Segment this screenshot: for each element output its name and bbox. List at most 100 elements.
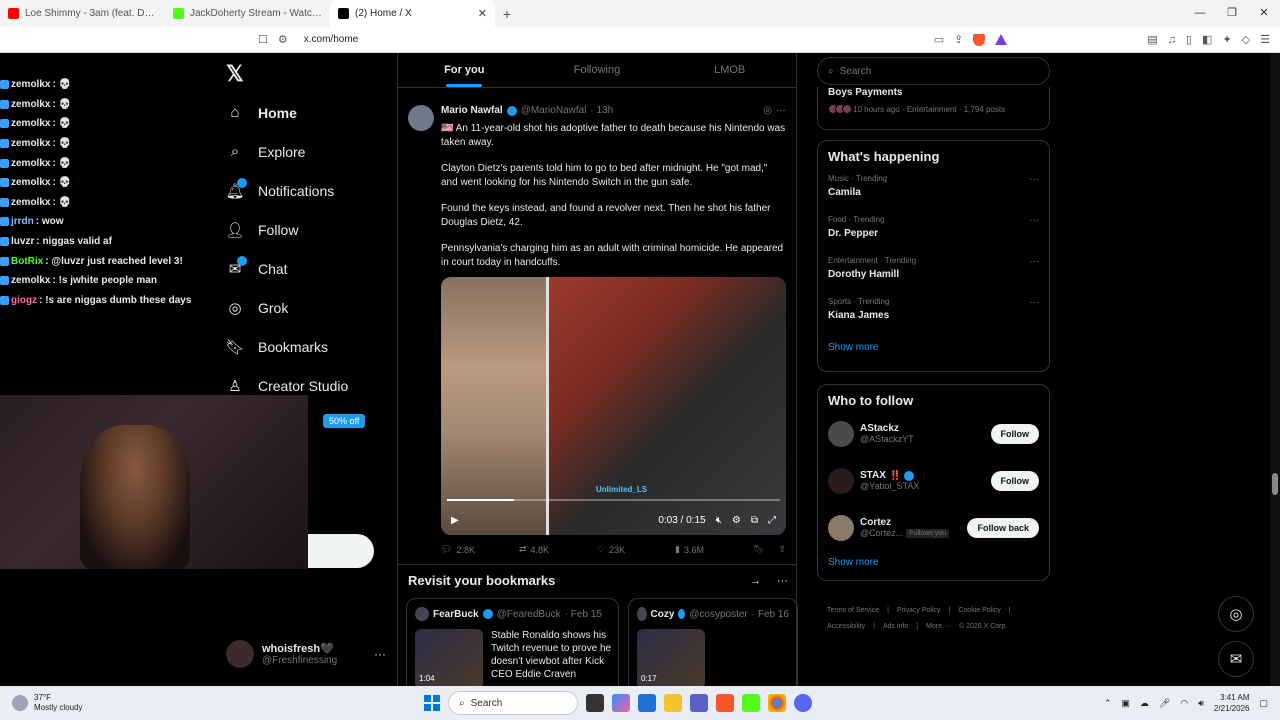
show-more-link[interactable]: Show more bbox=[828, 557, 1039, 568]
nav-bookmarks[interactable]: 🔖︎ Bookmarks bbox=[225, 327, 348, 366]
browser-tab-kick[interactable]: JackDoherty Stream - Watch Live on bbox=[165, 0, 330, 27]
trend-item[interactable]: Sports · Trending Kiana James ··· bbox=[828, 297, 1039, 328]
nav-home[interactable]: ⌂ Home bbox=[226, 93, 348, 132]
bookmark-card[interactable]: Cozy @cosyposter · Feb 16 0:17 bbox=[628, 598, 798, 686]
news-item[interactable]: Boys Payments 10 hours ago · Entertainme… bbox=[817, 87, 1050, 130]
play-icon[interactable]: ▶ bbox=[451, 515, 459, 526]
wallet-icon[interactable]: ◧ bbox=[1202, 33, 1212, 46]
follow-suggestion[interactable]: AStackz @AStackzYT Follow bbox=[828, 412, 1039, 455]
weather-widget[interactable]: 37°F Mostly cloudy bbox=[0, 693, 240, 713]
avatar[interactable] bbox=[828, 514, 854, 541]
tab-lmob[interactable]: LMOB bbox=[663, 53, 796, 87]
wifi-icon[interactable]: ◠ bbox=[1180, 698, 1188, 709]
discord-icon[interactable] bbox=[794, 694, 812, 712]
author-name[interactable]: Mario Nawfal bbox=[441, 105, 503, 116]
brave-rewards-icon[interactable] bbox=[995, 34, 1008, 45]
more-icon[interactable]: ··· bbox=[1029, 215, 1039, 226]
footer-link[interactable]: Accessibility bbox=[827, 623, 865, 630]
more-icon[interactable]: ··· bbox=[776, 105, 786, 116]
windows-start-icon[interactable] bbox=[424, 695, 440, 711]
cast-icon[interactable]: ▭ bbox=[934, 33, 944, 46]
trend-item[interactable]: Food · Trending Dr. Pepper ··· bbox=[828, 215, 1039, 246]
nav-follow[interactable]: 👤︎ Follow bbox=[225, 210, 348, 249]
follow-suggestion[interactable]: Cortez @Cortez... Follows you Follow back bbox=[828, 506, 1039, 549]
grok-float-button[interactable]: ◎ bbox=[1218, 596, 1254, 632]
close-window-icon[interactable]: ✕ bbox=[1248, 0, 1280, 27]
more-icon[interactable]: ··· bbox=[1029, 256, 1039, 267]
store-icon[interactable] bbox=[638, 694, 656, 712]
restore-icon[interactable]: ❐ bbox=[1216, 0, 1248, 27]
trend-item[interactable]: Entertainment · Trending Dorothy Hamill … bbox=[828, 256, 1039, 287]
cloud-icon[interactable]: ☁ bbox=[1140, 698, 1149, 709]
repost-button[interactable]: ⇄ 4.8K bbox=[519, 544, 597, 555]
task-view-icon[interactable] bbox=[586, 694, 604, 712]
reply-button[interactable]: 💬︎ 2.8K bbox=[441, 544, 519, 555]
account-switcher[interactable]: whoisfresh🖤 @Freshfinessing ··· bbox=[226, 640, 386, 668]
taskbar-search[interactable]: ⌕ Search bbox=[448, 691, 578, 715]
footer-link[interactable]: Cookie Policy bbox=[958, 607, 1000, 614]
notification-center-icon[interactable]: ▢ bbox=[1259, 698, 1268, 709]
share-icon[interactable]: ⇪ bbox=[778, 544, 786, 555]
footer-link[interactable]: © 2026 X Corp. bbox=[959, 623, 1007, 630]
site-info-icon[interactable]: ⚙ bbox=[278, 33, 288, 46]
brave-icon[interactable] bbox=[716, 694, 734, 712]
tweet-video[interactable]: Unlimited_LS ▶ 0:03 / 0:15 🔇︎ ⚙ ⧉ ⤢ bbox=[441, 277, 786, 535]
footer-link[interactable]: Terms of Service bbox=[827, 607, 879, 614]
chevron-up-icon[interactable]: ⌃ bbox=[1104, 698, 1112, 709]
trend-item[interactable]: Music · Trending Camila ··· bbox=[828, 174, 1039, 205]
grok-icon[interactable]: ◎ bbox=[763, 105, 772, 116]
settings-icon[interactable]: ⚙ bbox=[732, 515, 741, 526]
footer-link[interactable]: More ··· bbox=[926, 623, 951, 630]
nav-chat[interactable]: ✉ Chat bbox=[226, 249, 348, 288]
more-icon[interactable]: ··· bbox=[1029, 174, 1039, 185]
new-tab-button[interactable]: + bbox=[495, 0, 519, 27]
footer-link[interactable]: Ads info bbox=[883, 623, 908, 630]
file-explorer-icon[interactable] bbox=[664, 694, 682, 712]
bookmark-icon[interactable]: 🔖︎ bbox=[753, 544, 764, 555]
ai-icon[interactable]: ✦ bbox=[1222, 33, 1231, 46]
bookmark-card[interactable]: FearBuck @FearedBuck · Feb 15 1:04 Stabl… bbox=[406, 598, 619, 686]
mute-icon[interactable]: 🔇︎ bbox=[716, 515, 722, 526]
nav-grok[interactable]: ◎ Grok bbox=[226, 288, 348, 327]
x-logo-icon[interactable]: 𝕏 bbox=[226, 61, 244, 87]
more-icon[interactable]: ··· bbox=[374, 647, 386, 661]
vpn-icon[interactable]: ◇ bbox=[1242, 33, 1250, 46]
fullscreen-icon[interactable]: ⤢ bbox=[768, 515, 776, 526]
views-button[interactable]: ▮ 3.6M bbox=[675, 544, 753, 555]
avatar[interactable] bbox=[408, 105, 434, 131]
author-handle[interactable]: @MarioNawfal bbox=[521, 105, 587, 116]
more-icon[interactable]: ··· bbox=[777, 575, 788, 587]
show-more-link[interactable]: Show more bbox=[828, 342, 1039, 353]
more-icon[interactable]: ··· bbox=[1029, 297, 1039, 308]
avatar[interactable] bbox=[828, 420, 854, 447]
menu-icon[interactable]: ☰ bbox=[1260, 33, 1270, 46]
avatar[interactable] bbox=[828, 467, 854, 494]
tweet-time[interactable]: · 13h bbox=[590, 105, 613, 116]
browser-tab-youtube[interactable]: Loe Shimmy - 3am (feat. Don Toliver) bbox=[0, 0, 165, 27]
premium-discount-badge[interactable]: 50% off bbox=[323, 414, 366, 428]
tab-for-you[interactable]: For you bbox=[398, 53, 531, 87]
share-icon[interactable]: ⇪ bbox=[954, 33, 963, 46]
tab-following[interactable]: Following bbox=[531, 53, 664, 87]
close-tab-icon[interactable]: ✕ bbox=[478, 7, 487, 20]
scroll-thumb[interactable] bbox=[1272, 473, 1278, 495]
clock[interactable]: 3:41 AM 2/21/2026 bbox=[1214, 692, 1250, 714]
page-scrollbar[interactable] bbox=[1270, 53, 1280, 686]
bookmark-icon[interactable]: ☐ bbox=[258, 33, 268, 46]
minimize-icon[interactable]: — bbox=[1184, 0, 1216, 27]
follow-button[interactable]: Follow bbox=[990, 470, 1039, 491]
footer-link[interactable]: Privacy Policy bbox=[897, 607, 941, 614]
teams-icon[interactable] bbox=[690, 694, 708, 712]
music-icon[interactable]: ♫ bbox=[1168, 34, 1176, 46]
messages-float-button[interactable]: ✉ bbox=[1218, 641, 1254, 677]
pip-icon[interactable]: ⧉ bbox=[751, 515, 758, 526]
brave-shield-icon[interactable] bbox=[973, 33, 986, 46]
like-button[interactable]: ♡ 23K bbox=[597, 544, 675, 555]
browser-tab-x-home[interactable]: (2) Home / X ✕ bbox=[330, 0, 495, 27]
chrome-icon[interactable] bbox=[768, 694, 786, 712]
url-field[interactable]: x.com/home bbox=[304, 34, 934, 45]
volume-icon[interactable]: 🔊︎ bbox=[1198, 698, 1204, 709]
copilot-icon[interactable] bbox=[612, 694, 630, 712]
mic-icon[interactable]: 🎤︎ bbox=[1159, 698, 1170, 709]
arrow-right-icon[interactable]: → bbox=[750, 575, 761, 587]
